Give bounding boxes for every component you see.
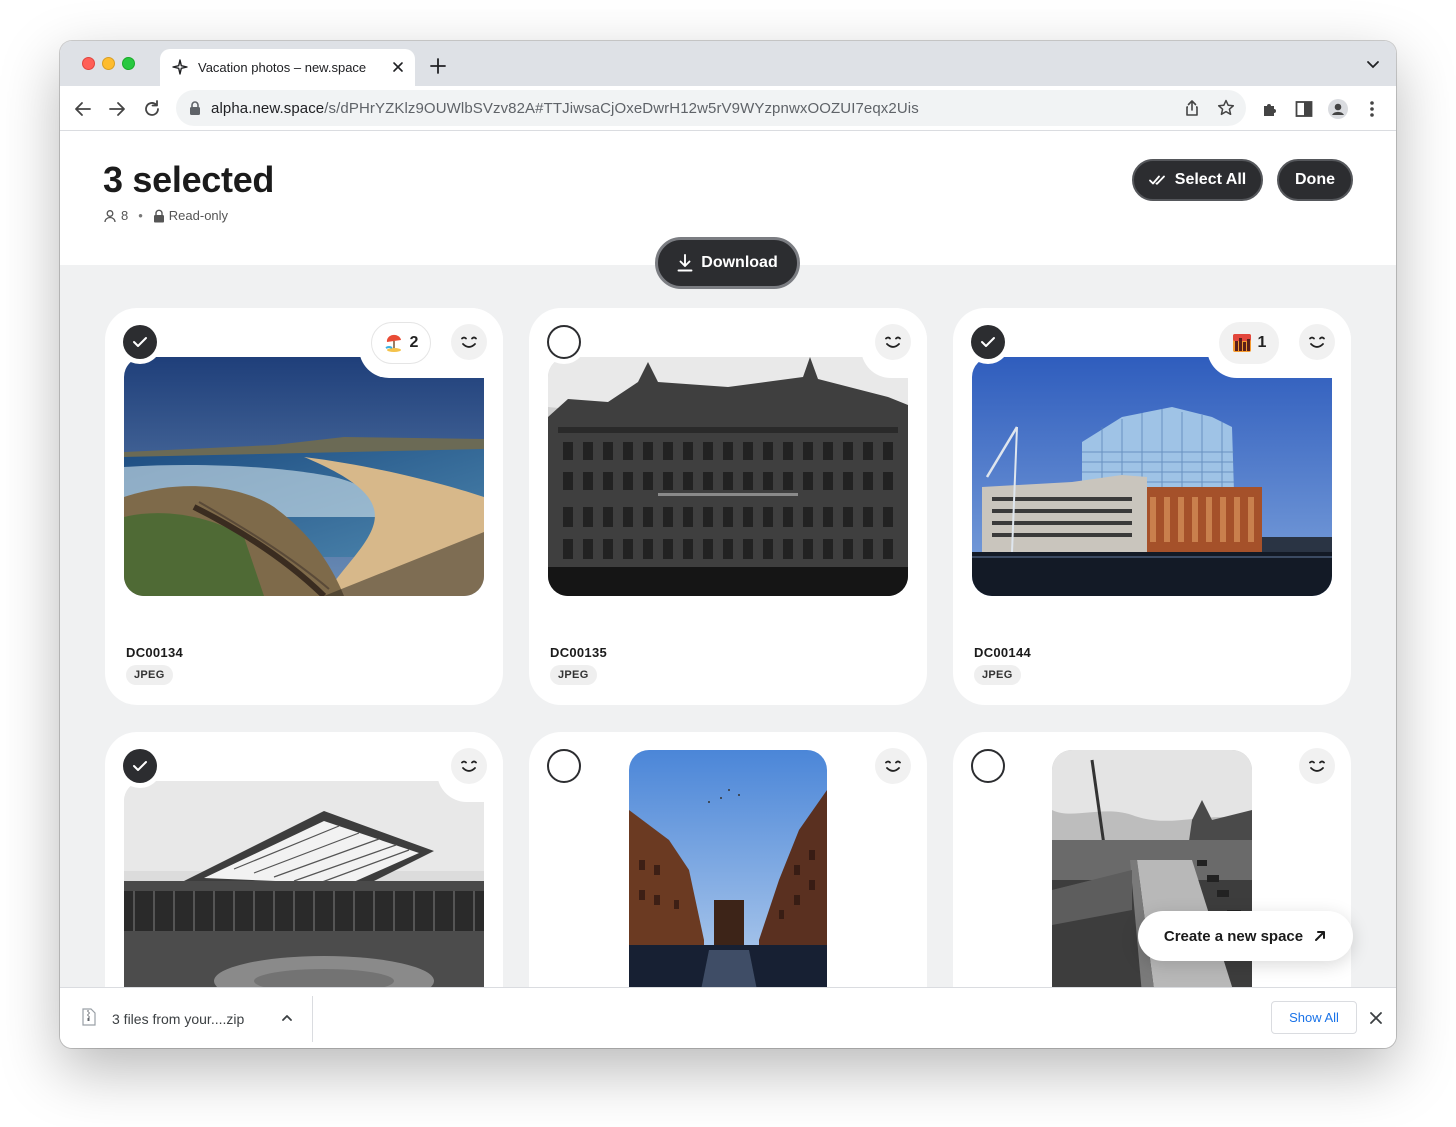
photo-card[interactable]: 1 DC00144 JPEG (953, 308, 1351, 705)
select-toggle[interactable] (542, 320, 586, 364)
chevron-up-icon[interactable] (280, 1011, 294, 1025)
beach-umbrella-icon (384, 334, 401, 352)
page-title: 3 selected (103, 159, 275, 200)
side-panel-icon[interactable] (1293, 98, 1315, 120)
profile-avatar-icon[interactable] (1327, 98, 1349, 120)
browser-toolbar: alpha.new.space/s/dPHrYZKlz9OUWlbSVzv82A… (60, 86, 1396, 131)
close-icon[interactable] (1368, 1010, 1384, 1026)
arrow-up-right-icon (1315, 931, 1326, 941)
meta-separator: • (138, 208, 143, 223)
browser-window: Vacation photos – new.space alpha.new.sp… (60, 41, 1396, 1048)
smiley-icon (885, 760, 901, 772)
select-toggle[interactable] (118, 320, 162, 364)
browser-tab-active[interactable]: Vacation photos – new.space (160, 49, 415, 86)
access-label: Read-only (168, 208, 229, 223)
close-window-button[interactable] (82, 57, 95, 70)
add-reaction-button[interactable] (451, 748, 487, 784)
photo-card[interactable]: 2 DC00134 JPEG (105, 308, 503, 705)
smiley-icon (461, 336, 477, 348)
forward-arrow-icon[interactable] (106, 98, 128, 120)
double-check-icon (1148, 175, 1165, 185)
select-toggle[interactable] (542, 744, 586, 788)
show-all-downloads-button[interactable]: Show All (1271, 1001, 1357, 1034)
sparkle-icon (172, 59, 188, 75)
select-toggle[interactable] (966, 320, 1010, 364)
file-name: DC00134 (126, 645, 184, 660)
photo-thumbnail[interactable] (124, 357, 484, 596)
reaction-badge[interactable]: 2 (371, 322, 431, 364)
reaction-badge[interactable]: 1 (1219, 322, 1279, 364)
city-sunset-icon (1232, 334, 1251, 352)
tab-title: Vacation photos – new.space (198, 60, 367, 75)
select-all-button[interactable]: Select All (1132, 159, 1263, 201)
add-reaction-button[interactable] (451, 324, 487, 360)
photo-card[interactable] (105, 732, 503, 987)
download-icon (677, 254, 693, 272)
lock-icon[interactable] (188, 100, 202, 116)
add-reaction-button[interactable] (1299, 324, 1335, 360)
add-reaction-button[interactable] (875, 324, 911, 360)
minimize-window-button[interactable] (102, 57, 115, 70)
back-arrow-icon[interactable] (72, 98, 94, 120)
photo-thumbnail[interactable] (548, 357, 908, 596)
photo-card[interactable] (529, 732, 927, 987)
kebab-menu-icon[interactable] (1361, 98, 1383, 120)
space-page: 3 selected 8 • Read-only Select All Done… (60, 131, 1396, 987)
extensions-puzzle-icon[interactable] (1259, 98, 1281, 120)
file-type-badge: JPEG (974, 665, 1021, 685)
download-shelf: 3 files from your....zip Show All (60, 987, 1396, 1048)
space-meta: 8 • Read-only (103, 208, 228, 223)
share-icon[interactable] (1182, 98, 1202, 118)
members-count: 8 (121, 208, 129, 223)
add-reaction-button[interactable] (875, 748, 911, 784)
chevron-down-icon[interactable] (1366, 60, 1380, 70)
file-type-badge: JPEG (550, 665, 597, 685)
address-bar[interactable]: alpha.new.space/s/dPHrYZKlz9OUWlbSVzv82A… (176, 90, 1246, 126)
smiley-icon (1309, 336, 1325, 348)
file-type-badge: JPEG (126, 665, 173, 685)
select-toggle[interactable] (966, 744, 1010, 788)
download-file-name[interactable]: 3 files from your....zip (112, 1011, 244, 1027)
select-toggle[interactable] (118, 744, 162, 788)
smiley-icon (1309, 760, 1325, 772)
maximize-window-button[interactable] (122, 57, 135, 70)
photo-thumbnail[interactable] (124, 781, 484, 987)
check-icon (981, 337, 995, 347)
photo-thumbnail[interactable] (629, 750, 827, 987)
new-tab-icon[interactable] (428, 56, 448, 76)
photo-thumbnail[interactable] (972, 357, 1332, 596)
shelf-divider (312, 996, 313, 1042)
smiley-icon (461, 760, 477, 772)
file-name: DC00135 (550, 645, 608, 660)
add-reaction-button[interactable] (1299, 748, 1335, 784)
check-icon (133, 337, 147, 347)
file-name: DC00144 (974, 645, 1032, 660)
close-tab-icon[interactable] (389, 58, 407, 76)
person-icon (104, 209, 116, 222)
download-button[interactable]: Download (655, 237, 800, 289)
zip-file-icon[interactable] (82, 1008, 96, 1026)
bookmark-star-icon[interactable] (1216, 98, 1236, 118)
url-text[interactable]: alpha.new.space/s/dPHrYZKlz9OUWlbSVzv82A… (211, 100, 919, 117)
done-button[interactable]: Done (1277, 159, 1353, 201)
smiley-icon (885, 336, 901, 348)
lock-icon (153, 209, 164, 222)
reload-icon[interactable] (141, 98, 163, 120)
check-icon (133, 761, 147, 771)
tab-strip: Vacation photos – new.space (60, 41, 1396, 86)
create-new-space-button[interactable]: Create a new space (1138, 911, 1353, 961)
photo-card[interactable]: DC00135 JPEG (529, 308, 927, 705)
